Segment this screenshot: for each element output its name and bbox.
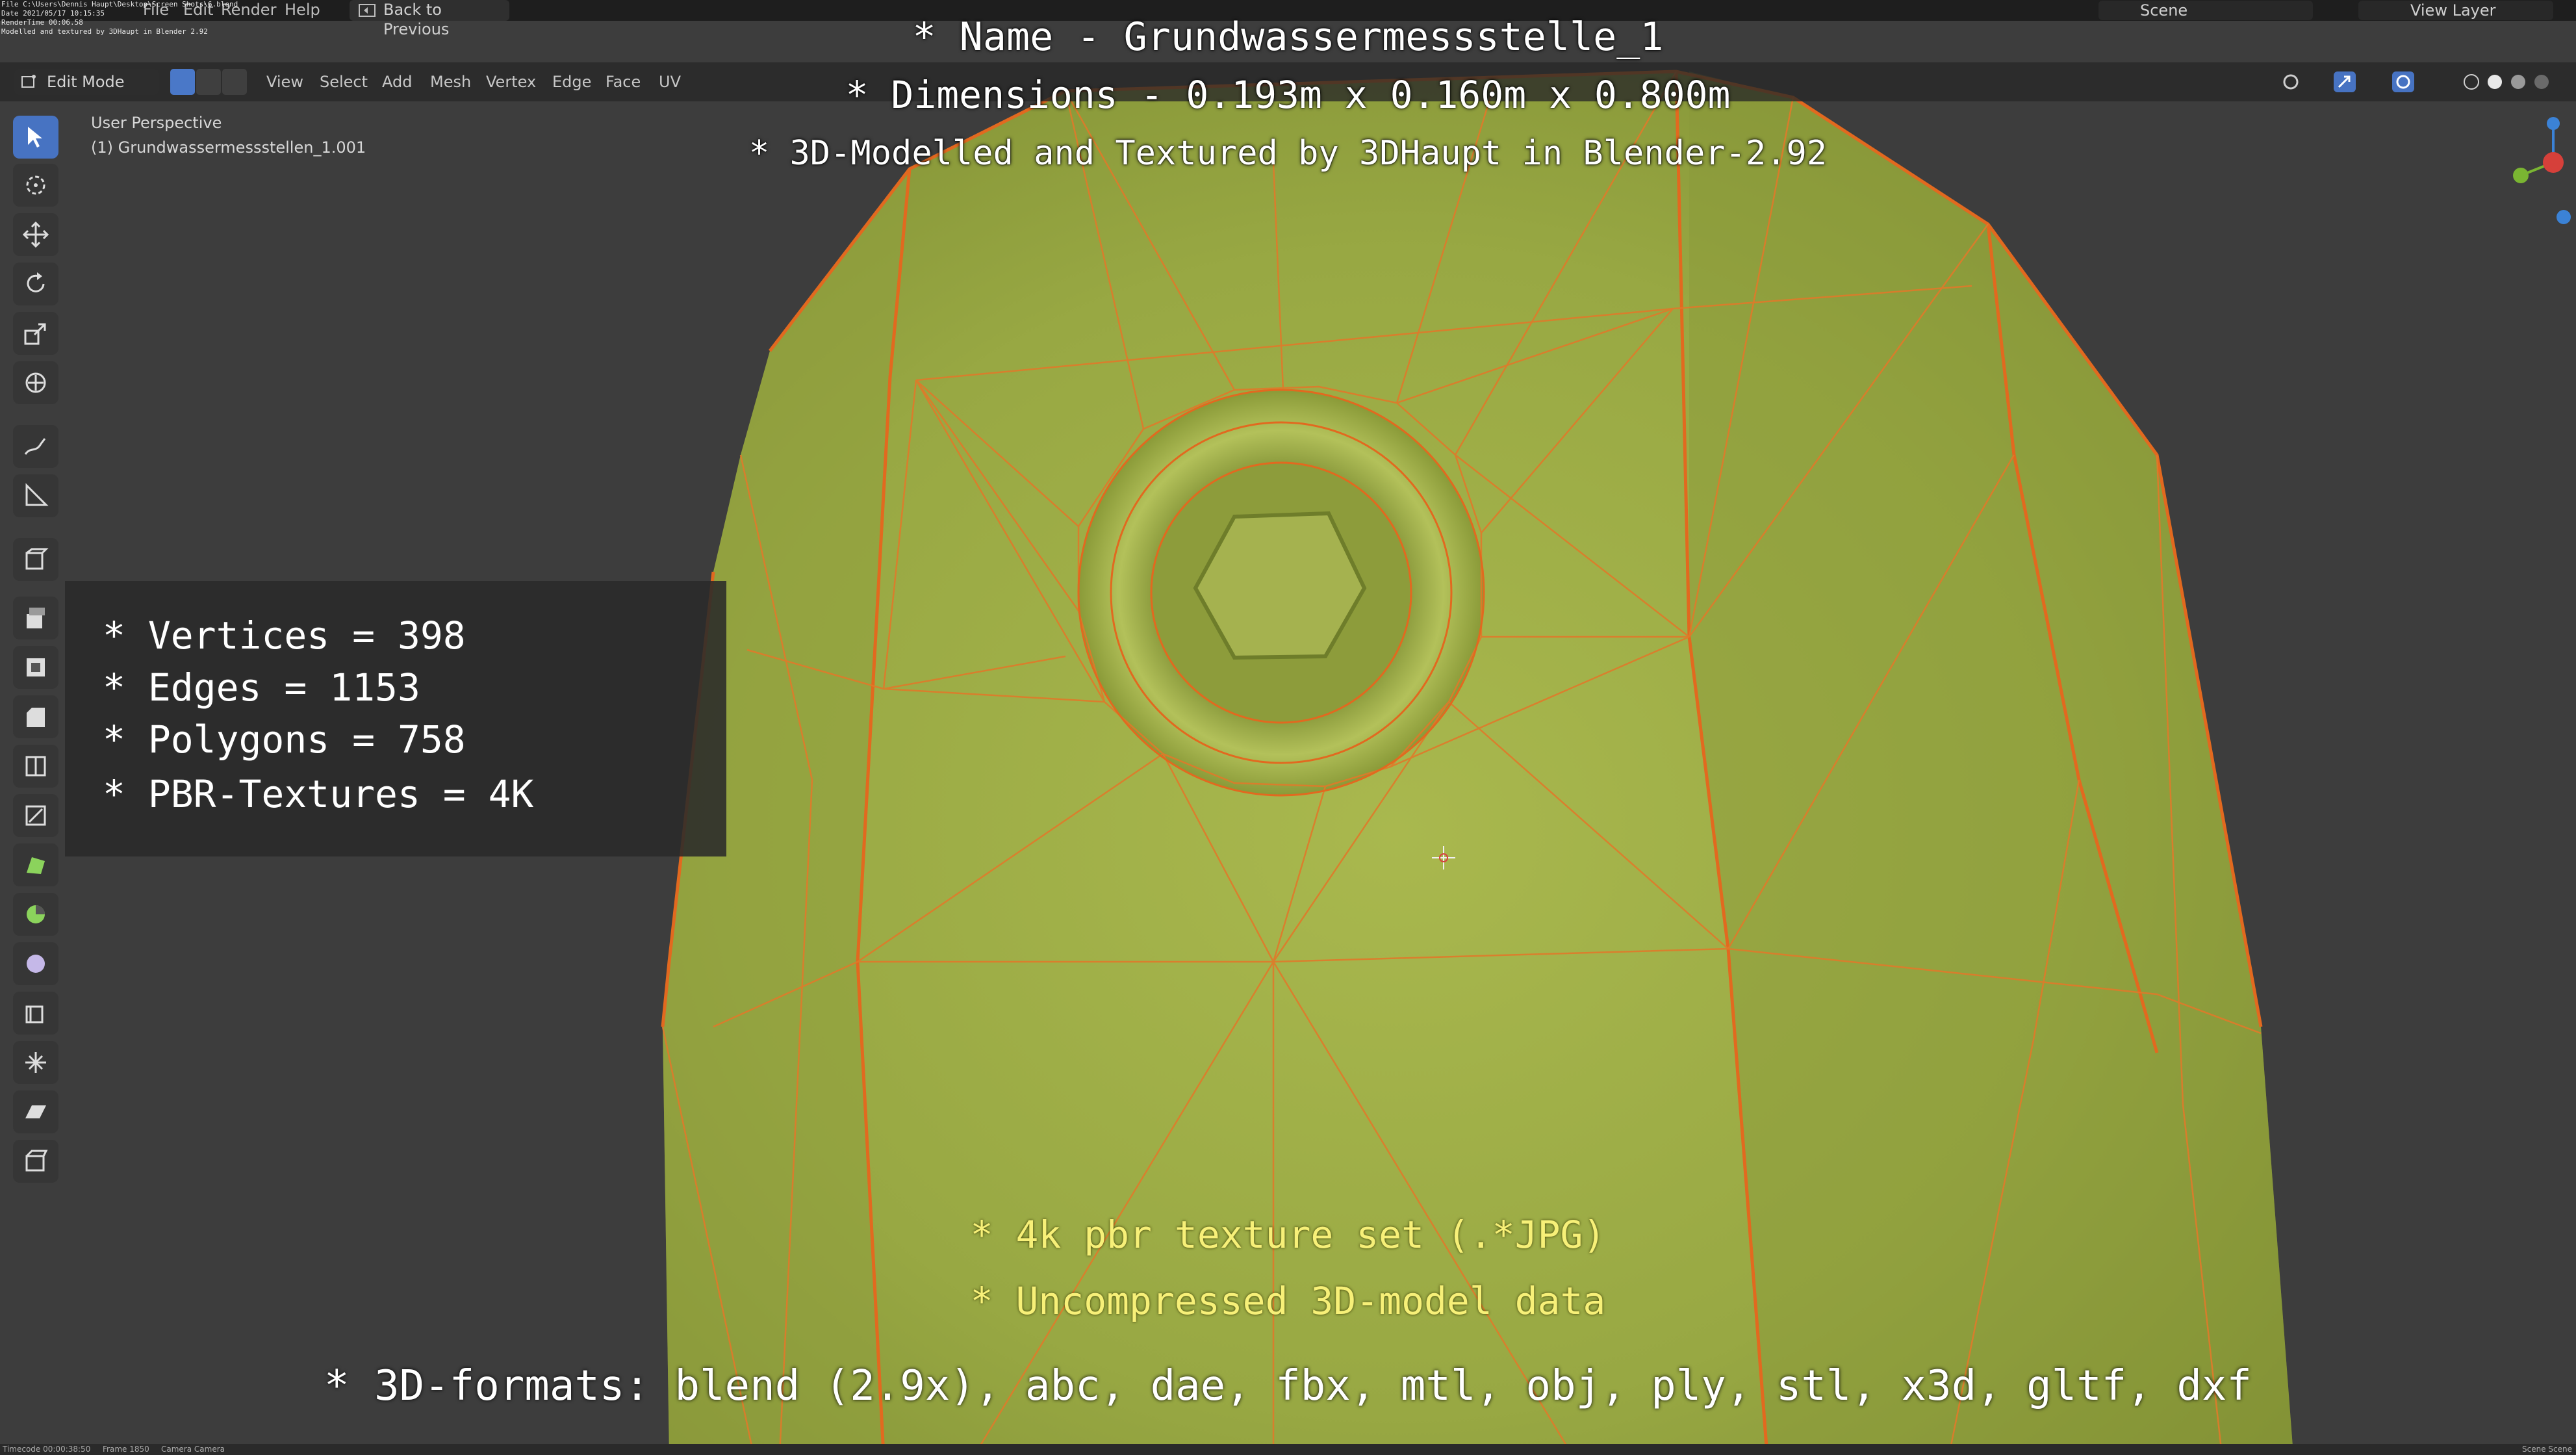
- measure-icon[interactable]: [13, 474, 58, 517]
- status-timecode: Timecode 00:00:38:50: [3, 1445, 91, 1454]
- loop-cut-icon[interactable]: [13, 745, 58, 788]
- model-credit: * 3D-Modelled and Textured by 3DHaupt in…: [748, 134, 1828, 173]
- status-camera: Camera Camera: [161, 1445, 225, 1454]
- spin-icon[interactable]: [13, 893, 58, 936]
- annotate-icon[interactable]: [13, 425, 58, 468]
- knife-icon[interactable]: [13, 794, 58, 837]
- model-dimensions: * Dimensions - 0.193m x 0.160m x 0.800m: [845, 73, 1731, 117]
- poly-build-icon[interactable]: [13, 843, 58, 886]
- pbr-textures: * PBR-Textures = 4K: [103, 772, 534, 816]
- scale-icon[interactable]: [13, 312, 58, 355]
- transform-icon[interactable]: [13, 361, 58, 404]
- rotate-icon[interactable]: [13, 263, 58, 305]
- status-frame: Frame 1850: [103, 1445, 149, 1454]
- extrude-icon[interactable]: [13, 597, 58, 639]
- overlay-file-path: File C:\Users\Dennis Haupt\Desktop\Scree…: [1, 0, 238, 8]
- rip-icon[interactable]: [13, 1140, 58, 1183]
- polygons-count: * Polygons = 758: [103, 717, 466, 762]
- edges-count: * Edges = 1153: [103, 665, 420, 710]
- edge-slide-icon[interactable]: [13, 992, 58, 1035]
- feature-uncompressed: * Uncompressed 3D-model data: [970, 1279, 1606, 1323]
- move-icon[interactable]: [13, 213, 58, 256]
- mesh-stats-panel: * Vertices = 398 * Edges = 1153 * Polygo…: [65, 581, 726, 856]
- inset-icon[interactable]: [13, 646, 58, 689]
- formats-line: * 3D-formats: blend (2.9x), abc, dae, fb…: [324, 1362, 2252, 1410]
- shear-icon[interactable]: [13, 1090, 58, 1133]
- smooth-icon[interactable]: [13, 942, 58, 985]
- feature-texture-set: * 4k pbr texture set (.*JPG): [970, 1213, 1606, 1257]
- bevel-icon[interactable]: [13, 695, 58, 738]
- model-name-title: * Name - Grundwassermessstelle_1: [912, 14, 1664, 60]
- status-scene: Scene Scene: [2522, 1445, 2572, 1454]
- left-toolbar: [8, 116, 70, 1233]
- shrink-fatten-icon[interactable]: [13, 1041, 58, 1084]
- status-bar: Timecode 00:00:38:50 Frame 1850 Camera C…: [0, 1444, 2576, 1455]
- vertices-count: * Vertices = 398: [103, 613, 466, 658]
- add-cube-icon[interactable]: [13, 538, 58, 581]
